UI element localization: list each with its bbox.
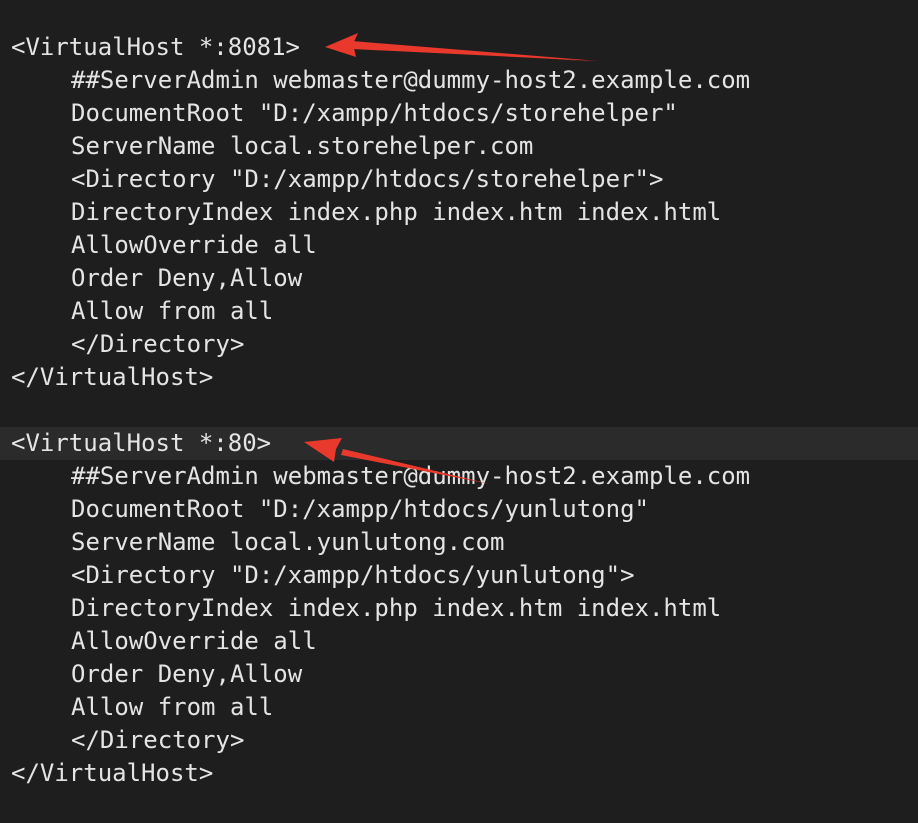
code-editor[interactable]: <VirtualHost *:8081> ##ServerAdmin webma…	[0, 0, 918, 823]
code-line-virtualhost-open[interactable]: <VirtualHost *:80>	[0, 427, 918, 460]
code-line-order[interactable]: Order Deny,Allow	[0, 658, 918, 691]
code-line-virtualhost-open[interactable]: <VirtualHost *:8081>	[0, 31, 918, 64]
code-line-serveradmin[interactable]: ##ServerAdmin webmaster@dummy-host2.exam…	[0, 460, 918, 493]
code-line-documentroot[interactable]: DocumentRoot "D:/xampp/htdocs/yunlutong"	[0, 493, 918, 526]
code-line-allow[interactable]: Allow from all	[0, 691, 918, 724]
code-line-directory-open[interactable]: <Directory "D:/xampp/htdocs/yunlutong">	[0, 559, 918, 592]
code-line-serveradmin[interactable]: ##ServerAdmin webmaster@dummy-host2.exam…	[0, 64, 918, 97]
code-line-allow[interactable]: Allow from all	[0, 295, 918, 328]
code-line-directory-close[interactable]: </Directory>	[0, 724, 918, 757]
code-line-order[interactable]: Order Deny,Allow	[0, 262, 918, 295]
code-line-servername[interactable]: ServerName local.yunlutong.com	[0, 526, 918, 559]
code-line-allowoverride[interactable]: AllowOverride all	[0, 229, 918, 262]
code-line-directoryindex[interactable]: DirectoryIndex index.php index.htm index…	[0, 196, 918, 229]
code-line-servername[interactable]: ServerName local.storehelper.com	[0, 130, 918, 163]
code-line-allowoverride[interactable]: AllowOverride all	[0, 625, 918, 658]
code-line-directory-close[interactable]: </Directory>	[0, 328, 918, 361]
code-line-directory-open[interactable]: <Directory "D:/xampp/htdocs/storehelper"…	[0, 163, 918, 196]
code-line-virtualhost-close[interactable]: </VirtualHost>	[0, 361, 918, 394]
code-line-directoryindex[interactable]: DirectoryIndex index.php index.htm index…	[0, 592, 918, 625]
code-line-virtualhost-close[interactable]: </VirtualHost>	[0, 757, 918, 790]
code-line-documentroot[interactable]: DocumentRoot "D:/xampp/htdocs/storehelpe…	[0, 97, 918, 130]
